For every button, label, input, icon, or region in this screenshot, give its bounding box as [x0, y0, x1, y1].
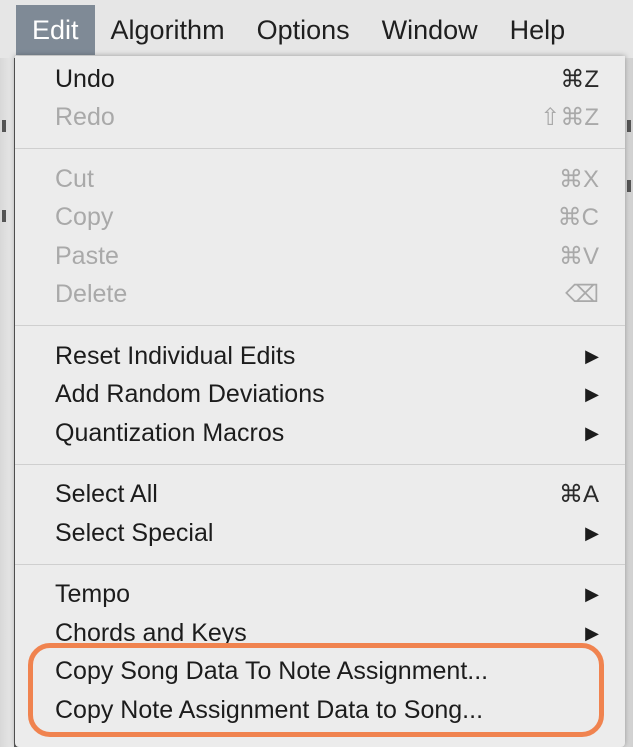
menu-item-label: Tempo: [55, 580, 131, 609]
submenu-arrow-icon: ▶: [585, 345, 599, 366]
shortcut-label: ⌘C: [557, 204, 599, 232]
menu-window[interactable]: Window: [366, 5, 494, 55]
shortcut-label: ⌘V: [558, 242, 599, 270]
menu-item-delete[interactable]: Delete ⌫: [15, 276, 625, 315]
menu-item-label: Undo: [55, 64, 115, 93]
menu-item-undo[interactable]: Undo ⌘Z: [15, 60, 625, 99]
submenu-arrow-icon: ▶: [585, 584, 599, 605]
shortcut-label: ⌘Z: [560, 65, 599, 93]
menu-item-chords-and-keys[interactable]: Chords and Keys ▶: [15, 614, 625, 653]
edit-dropdown-menu: Undo ⌘Z Redo ⇧⌘Z Cut ⌘X Copy ⌘C Paste ⌘V…: [15, 56, 625, 747]
submenu-arrow-icon: ▶: [585, 522, 599, 543]
menu-edit[interactable]: Edit: [16, 5, 95, 55]
shortcut-label: ⌘A: [558, 481, 599, 509]
shortcut-label: ⇧⌘Z: [540, 104, 599, 132]
delete-key-icon: ⌫: [565, 281, 599, 309]
menu-item-copy[interactable]: Copy ⌘C: [15, 199, 625, 238]
menu-item-select-all[interactable]: Select All ⌘A: [15, 476, 625, 515]
background-window-left: [0, 0, 14, 747]
menu-item-label: Paste: [55, 241, 119, 270]
menu-item-label: Copy: [55, 203, 114, 232]
menu-item-label: Select All: [55, 480, 158, 509]
menu-separator: [15, 563, 625, 565]
submenu-arrow-icon: ▶: [585, 384, 599, 405]
menu-item-label: Copy Song Data To Note Assignment...: [55, 657, 489, 686]
background-mark: [2, 210, 6, 222]
menu-bar: Edit Algorithm Options Window Help: [0, 0, 633, 58]
submenu-arrow-icon: ▶: [585, 422, 599, 443]
submenu-arrow-icon: ▶: [585, 622, 599, 643]
background-mark: [627, 180, 631, 192]
background-mark: [627, 120, 631, 132]
menu-item-copy-note-assignment-data-to-song[interactable]: Copy Note Assignment Data to Song...: [15, 691, 625, 730]
menu-separator: [15, 325, 625, 326]
menu-item-redo[interactable]: Redo ⇧⌘Z: [15, 99, 625, 138]
menu-item-reset-individual-edits[interactable]: Reset Individual Edits ▶: [15, 337, 625, 376]
menu-options[interactable]: Options: [241, 5, 366, 55]
background-mark: [2, 120, 6, 132]
menu-help[interactable]: Help: [494, 5, 582, 55]
menu-item-label: Copy Note Assignment Data to Song...: [55, 695, 484, 724]
menu-item-label: Chords and Keys: [55, 618, 247, 647]
menu-item-tempo[interactable]: Tempo ▶: [15, 576, 625, 615]
menu-item-label: Add Random Deviations: [55, 380, 325, 409]
menu-item-label: Redo: [55, 103, 115, 132]
menu-item-label: Quantization Macros: [55, 418, 285, 447]
menu-separator: [15, 463, 625, 465]
menu-item-add-random-deviations[interactable]: Add Random Deviations ▶: [15, 376, 625, 415]
menu-item-paste[interactable]: Paste ⌘V: [15, 237, 625, 276]
menu-item-cut[interactable]: Cut ⌘X: [15, 160, 625, 199]
menu-item-copy-song-data-to-note-assignment[interactable]: Copy Song Data To Note Assignment...: [15, 653, 625, 692]
menu-algorithm[interactable]: Algorithm: [95, 5, 241, 55]
menu-item-quantization-macros[interactable]: Quantization Macros ▶: [15, 414, 625, 453]
menu-item-label: Delete: [55, 280, 128, 309]
menu-separator: [15, 148, 625, 149]
menu-item-label: Select Special: [55, 518, 214, 547]
shortcut-label: ⌘X: [558, 165, 599, 193]
menu-item-select-special[interactable]: Select Special ▶: [15, 514, 625, 553]
menu-item-label: Cut: [55, 164, 94, 193]
menu-item-label: Reset Individual Edits: [55, 341, 296, 370]
